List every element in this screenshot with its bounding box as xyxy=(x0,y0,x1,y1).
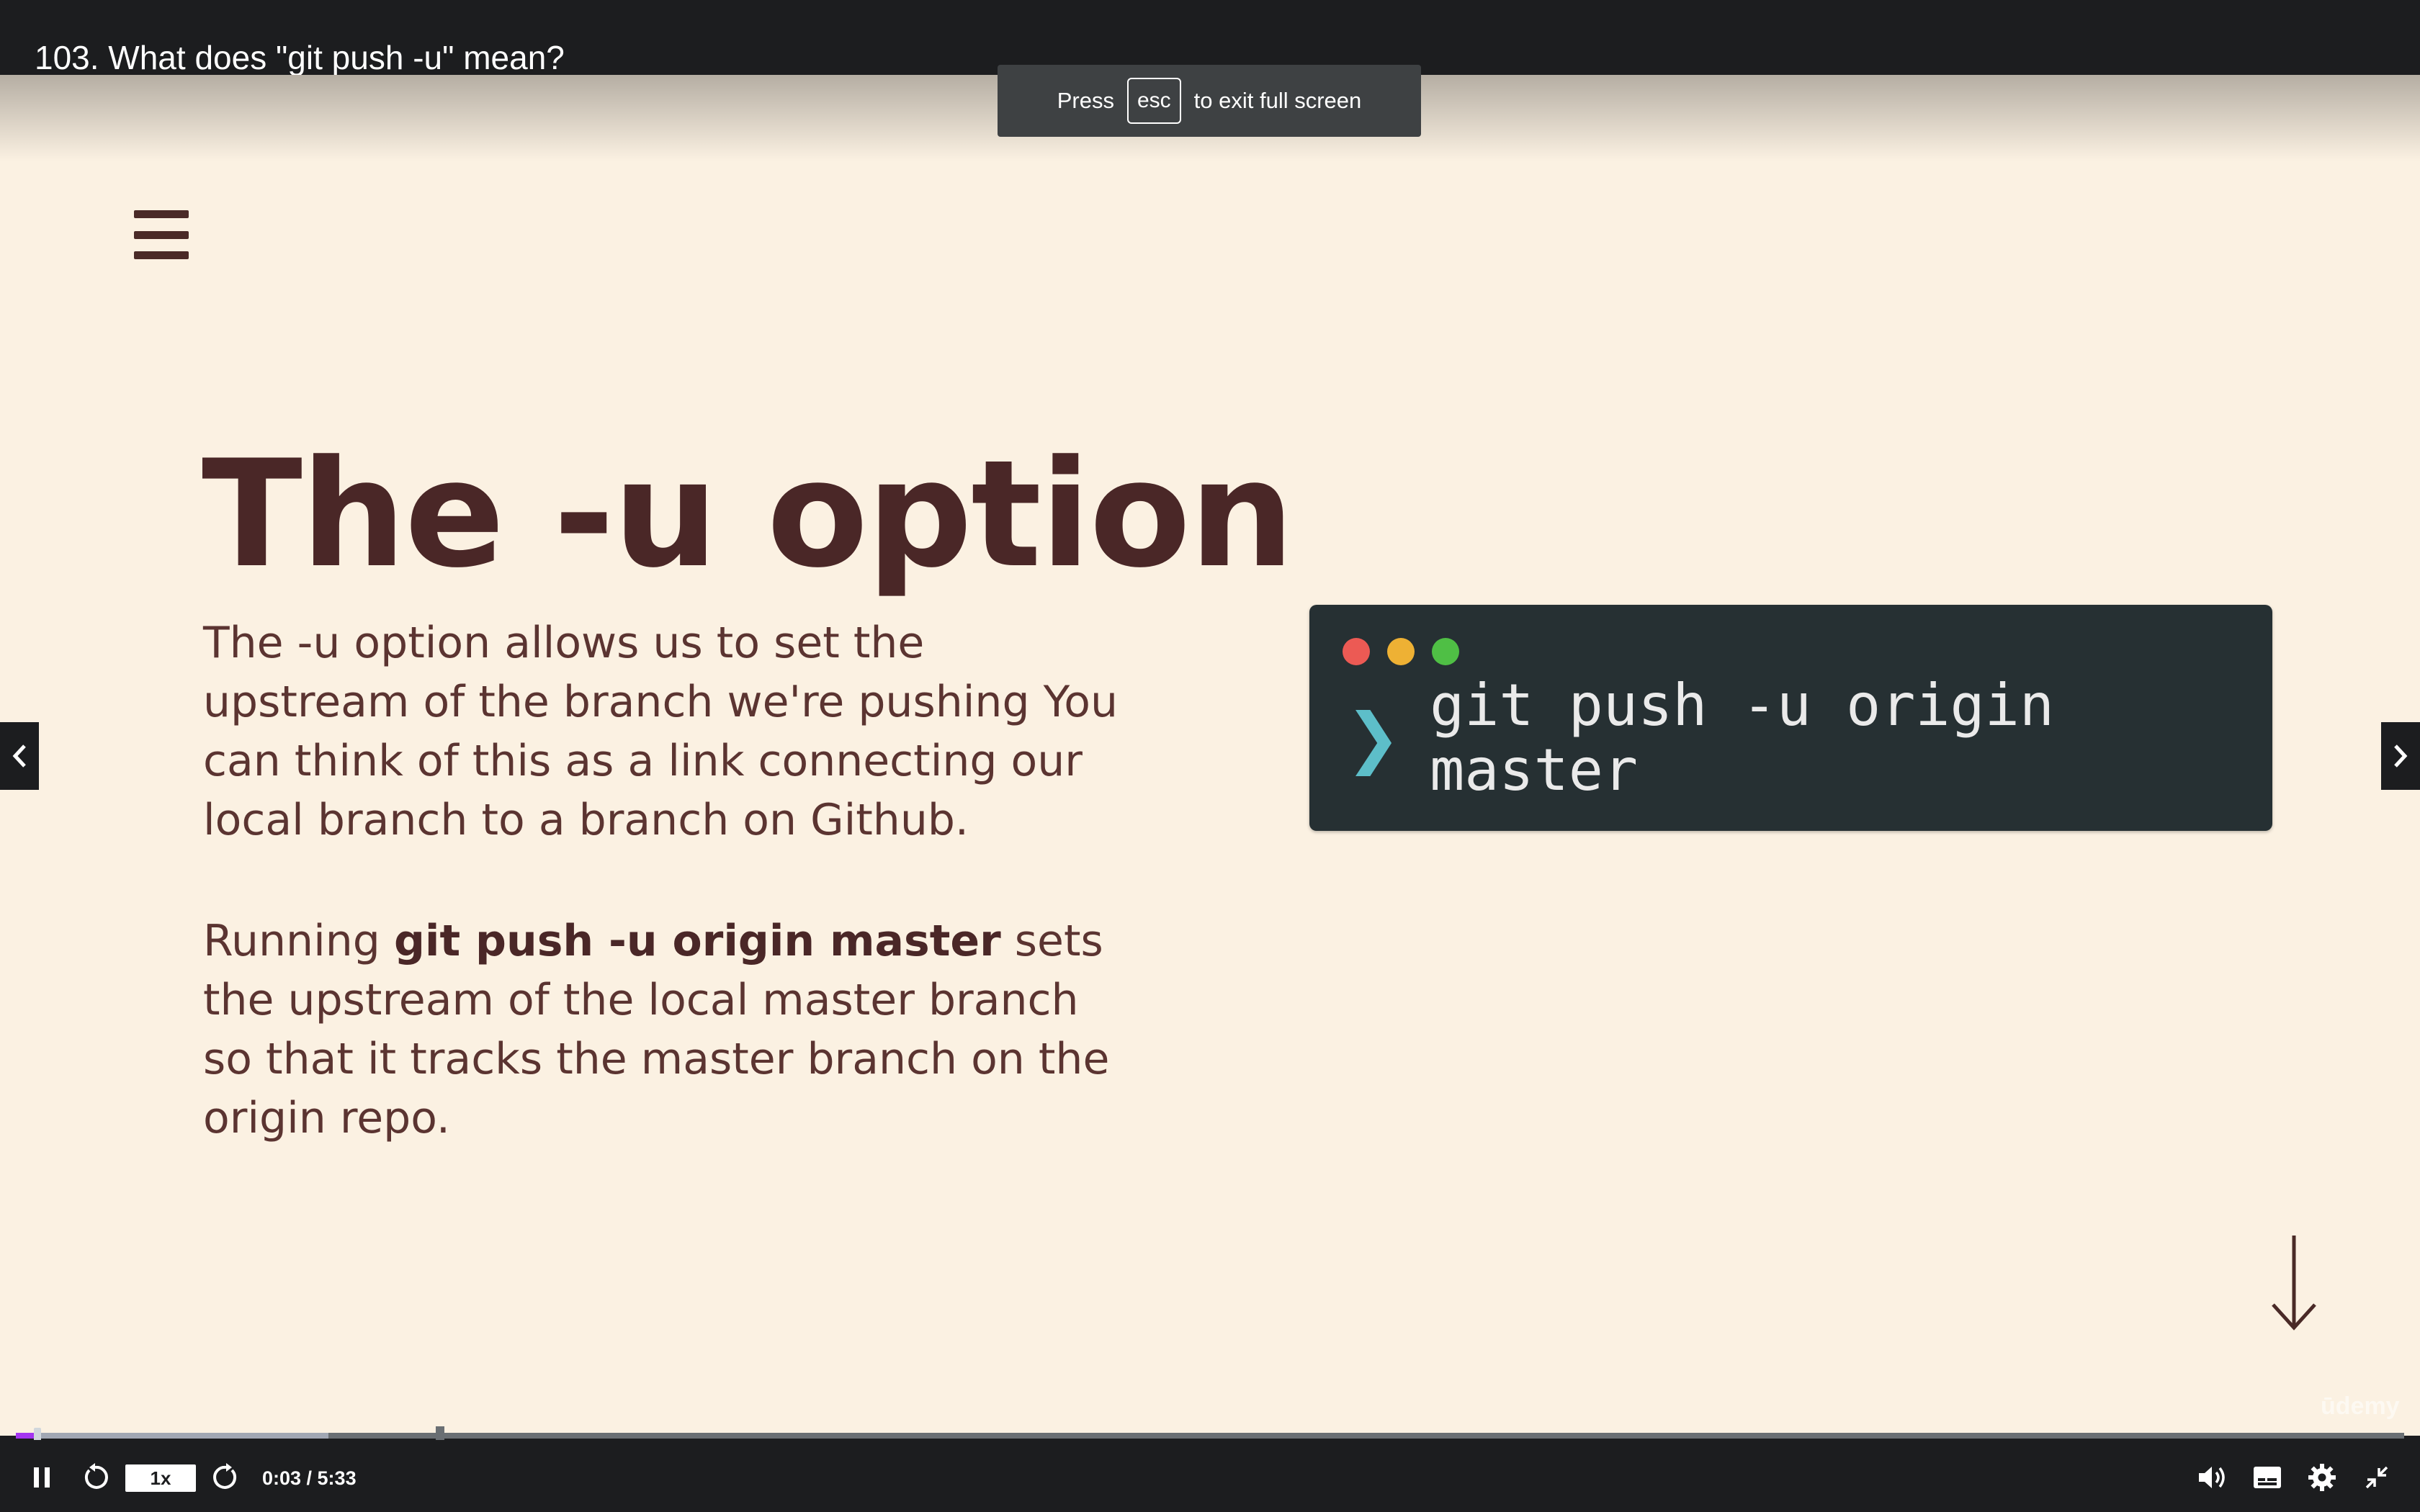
exit-fullscreen-icon xyxy=(2365,1466,2388,1489)
lecture-slide[interactable]: The -u option The -u option allows us to… xyxy=(0,75,2420,1436)
playback-speed-button[interactable]: 1x xyxy=(125,1464,196,1492)
video-player: 103. What does "git push -u" mean? The -… xyxy=(0,0,2420,1512)
rewind-5-button[interactable] xyxy=(78,1462,112,1493)
lecture-title: 103. What does "git push -u" mean? xyxy=(35,39,565,76)
volume-button[interactable] xyxy=(2195,1462,2230,1493)
terminal-window: ❯ git push -u origin master xyxy=(1309,605,2272,831)
forward-5-icon xyxy=(213,1463,237,1489)
terminal-command-line: ❯ git push -u origin master xyxy=(1345,673,2272,803)
hamburger-menu-icon xyxy=(134,210,189,259)
terminal-minimize-dot xyxy=(1387,638,1415,665)
paragraph-2-prefix: Running xyxy=(203,916,394,966)
paragraph-2-command: git push -u origin master xyxy=(393,916,1001,966)
pause-icon xyxy=(34,1467,50,1488)
previous-lecture-button[interactable] xyxy=(0,722,39,790)
terminal-command: git push -u origin master xyxy=(1430,672,2055,804)
udemy-watermark: ūdemy xyxy=(2321,1392,2400,1420)
progress-bar[interactable] xyxy=(16,1426,2404,1445)
captions-button[interactable] xyxy=(2250,1462,2285,1493)
player-title-bar: 103. What does "git push -u" mean? xyxy=(0,0,2420,76)
terminal-maximize-dot xyxy=(1432,638,1459,665)
terminal-close-dot xyxy=(1343,638,1370,665)
arrow-down-icon xyxy=(2272,1236,2316,1331)
captions-icon xyxy=(2254,1467,2281,1488)
slide-paragraph-2: Running git push -u origin master sets t… xyxy=(203,912,1139,1148)
settings-button[interactable] xyxy=(2305,1462,2339,1493)
exit-fullscreen-button[interactable] xyxy=(2360,1462,2394,1493)
next-lecture-button[interactable] xyxy=(2381,722,2420,790)
toast-prefix: Press xyxy=(1057,88,1114,113)
progress-buffered xyxy=(16,1433,329,1439)
pause-button[interactable] xyxy=(27,1462,56,1493)
chevron-right-icon xyxy=(2394,744,2408,768)
slide-heading: The -u option xyxy=(202,429,1294,600)
playback-time: 0:03 / 5:33 xyxy=(262,1467,357,1489)
toast-suffix: to exit full screen xyxy=(1193,88,1362,113)
chevron-left-icon xyxy=(12,744,26,768)
volume-icon xyxy=(2199,1467,2225,1488)
fullscreen-toast: Press esc to exit full screen xyxy=(998,65,1421,137)
gear-icon xyxy=(2308,1464,2336,1491)
esc-key-badge: esc xyxy=(1126,78,1181,124)
terminal-prompt: ❯ xyxy=(1345,701,1402,775)
player-control-bar: 1x 0:03 / 5:33 xyxy=(0,1440,2420,1512)
forward-5-button[interactable] xyxy=(209,1462,243,1493)
slide-paragraph-1: The -u option allows us to set the upstr… xyxy=(203,618,1119,845)
rewind-5-icon xyxy=(84,1463,108,1489)
